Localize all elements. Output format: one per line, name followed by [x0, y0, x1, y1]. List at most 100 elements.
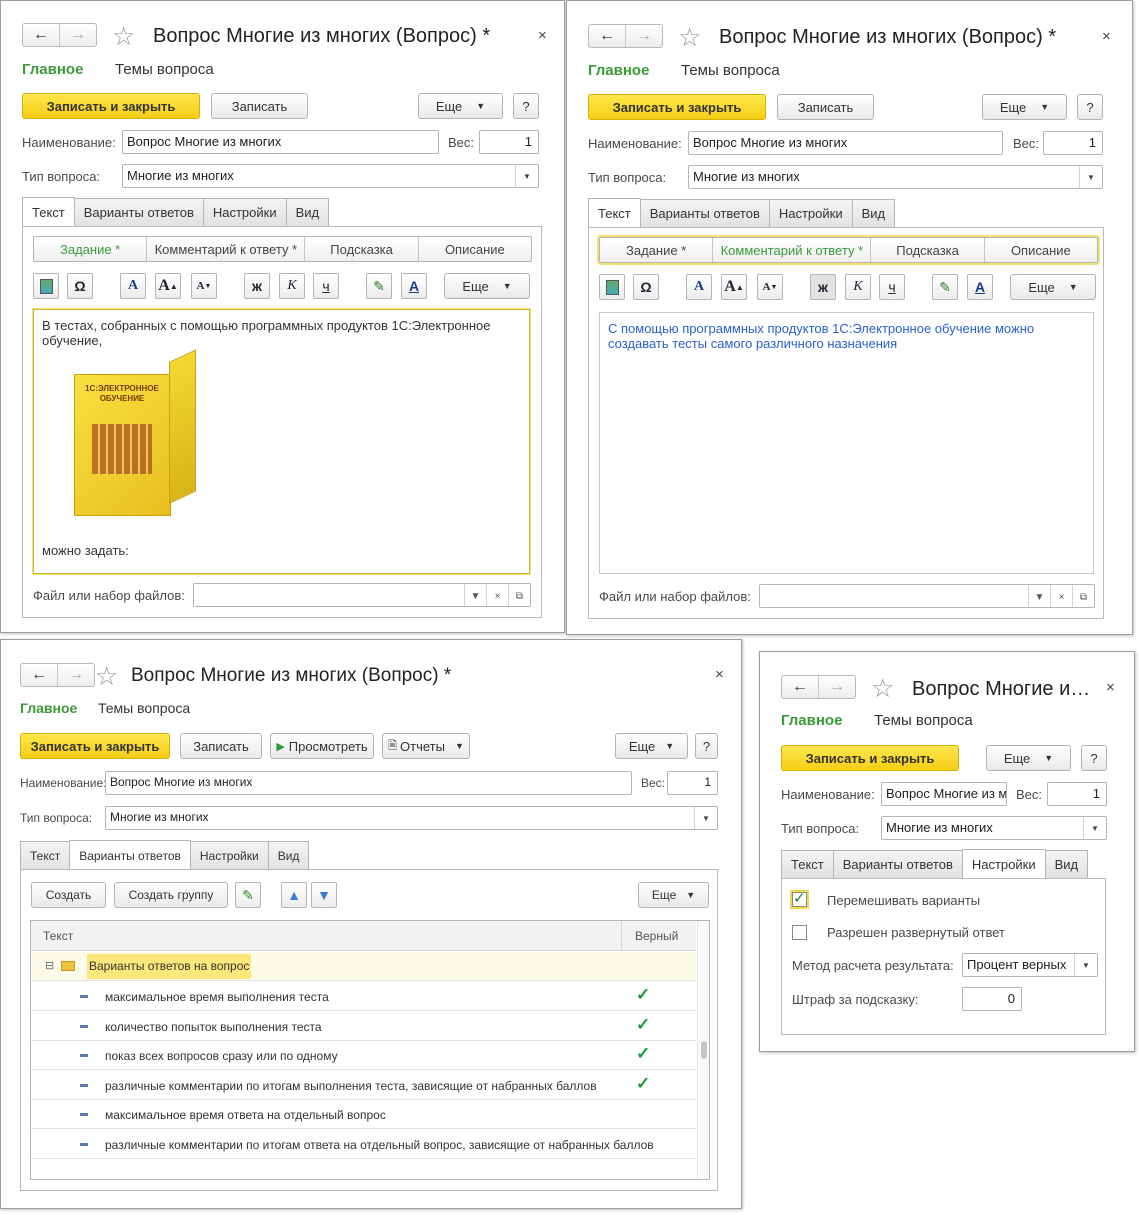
expanded-checkbox[interactable] — [792, 925, 807, 940]
favorite-star-icon[interactable]: ☆ — [871, 675, 894, 701]
chevron-down-icon[interactable]: ▼ — [515, 165, 538, 187]
edit-pencil-icon[interactable]: ✎ — [235, 882, 261, 908]
more-button[interactable]: Еще ▼ — [615, 733, 688, 759]
tab-view[interactable]: Вид — [267, 841, 310, 869]
penalty-field[interactable]: 0 — [962, 987, 1022, 1011]
editor-more-button[interactable]: Еще ▼ — [1010, 274, 1096, 300]
weight-field[interactable]: 1 — [1043, 131, 1103, 155]
scrollbar[interactable] — [697, 921, 709, 1179]
chevron-down-icon[interactable]: ▼ — [464, 584, 486, 606]
font-color-a-icon[interactable]: A — [686, 274, 712, 300]
clear-icon[interactable]: × — [486, 584, 508, 606]
seg-task[interactable]: Задание * — [34, 237, 146, 261]
more-button[interactable]: Еще ▼ — [986, 745, 1071, 771]
nav-main[interactable]: Главное — [781, 712, 842, 729]
tab-variants[interactable]: Варианты ответов — [832, 850, 963, 878]
font-shrink-icon[interactable]: A ▼ — [757, 274, 783, 300]
name-field[interactable]: Вопрос Многие из многих — [688, 131, 1003, 155]
nav-main[interactable]: Главное — [22, 61, 83, 78]
image-insert-icon[interactable] — [33, 273, 59, 299]
seg-task[interactable]: Задание * — [600, 238, 712, 262]
font-shrink-icon[interactable]: A ▼ — [191, 273, 217, 299]
font-color-a-icon[interactable]: A — [120, 273, 146, 299]
forward-icon[interactable]: → — [625, 25, 662, 47]
save-close-button[interactable]: Записать и закрыть — [781, 745, 959, 771]
close-icon[interactable]: × — [1102, 28, 1111, 45]
weight-field[interactable]: 1 — [1047, 782, 1107, 806]
text-color-icon[interactable]: A — [401, 273, 427, 299]
seg-description[interactable]: Описание — [417, 237, 531, 261]
name-field[interactable]: Вопрос Многие из многих — [881, 782, 1007, 806]
nav-topics[interactable]: Темы вопроса — [681, 62, 780, 79]
background-color-icon[interactable]: ✎ — [932, 274, 958, 300]
table-row[interactable]: показ всех вопросов сразу или по одному ✓ — [31, 1041, 696, 1071]
save-close-button[interactable]: Записать и закрыть — [22, 93, 200, 119]
tab-view[interactable]: Вид — [851, 199, 896, 227]
tab-variants[interactable]: Варианты ответов — [73, 198, 204, 226]
close-icon[interactable]: × — [1106, 679, 1115, 696]
help-button[interactable]: ? — [513, 93, 539, 119]
underline-icon[interactable]: ч — [879, 274, 905, 300]
favorite-star-icon[interactable]: ☆ — [112, 23, 135, 49]
chevron-down-icon[interactable]: ▼ — [1028, 585, 1050, 607]
underline-icon[interactable]: ч — [313, 273, 339, 299]
nav-topics[interactable]: Темы вопроса — [98, 700, 190, 716]
save-close-button[interactable]: Записать и закрыть — [20, 733, 170, 759]
files-field[interactable]: ▼ × ⧉ — [193, 583, 531, 607]
text-color-icon[interactable]: A — [967, 274, 993, 300]
type-select[interactable]: Многие из многих ▼ — [881, 816, 1107, 840]
move-down-icon[interactable]: ▼ — [311, 882, 337, 908]
create-group-button[interactable]: Создать группу — [114, 882, 228, 908]
tab-variants[interactable]: Варианты ответов — [639, 199, 770, 227]
comment-editor[interactable]: С помощью программных продуктов 1С:Элект… — [599, 312, 1094, 574]
favorite-star-icon[interactable]: ☆ — [678, 24, 701, 50]
name-field[interactable]: Вопрос Многие из многих — [105, 771, 632, 795]
type-select[interactable]: Многие из многих ▼ — [122, 164, 539, 188]
save-button[interactable]: Записать — [180, 733, 262, 759]
chevron-down-icon[interactable]: ▼ — [1074, 954, 1097, 976]
header-correct[interactable]: Верный — [635, 929, 678, 943]
back-icon[interactable]: ← — [23, 24, 59, 46]
special-char-icon[interactable]: Ω — [633, 274, 659, 300]
save-close-button[interactable]: Записать и закрыть — [588, 94, 766, 120]
tab-view[interactable]: Вид — [1044, 850, 1089, 878]
back-icon[interactable]: ← — [21, 664, 57, 686]
reports-button[interactable]: 🗎 Отчеты ▼ — [382, 733, 470, 759]
save-button[interactable]: Записать — [211, 93, 308, 119]
tab-text[interactable]: Текст — [20, 841, 71, 869]
help-button[interactable]: ? — [695, 733, 718, 759]
preview-button[interactable]: ▶ Просмотреть — [270, 733, 374, 759]
tab-settings[interactable]: Настройки — [189, 841, 269, 869]
tab-view[interactable]: Вид — [285, 198, 330, 226]
method-select[interactable]: Процент верных ▼ — [962, 953, 1098, 977]
chevron-down-icon[interactable]: ▼ — [694, 807, 717, 829]
seg-description[interactable]: Описание — [983, 238, 1097, 262]
bold-icon[interactable]: ж — [810, 274, 836, 300]
type-select[interactable]: Многие из многих ▼ — [688, 165, 1103, 189]
nav-main[interactable]: Главное — [20, 700, 77, 716]
save-button[interactable]: Записать — [777, 94, 874, 120]
open-icon[interactable]: ⧉ — [508, 584, 530, 606]
clear-icon[interactable]: × — [1050, 585, 1072, 607]
more-button[interactable]: Еще ▼ — [982, 94, 1067, 120]
scroll-thumb[interactable] — [701, 1041, 707, 1059]
back-icon[interactable]: ← — [589, 25, 625, 47]
back-icon[interactable]: ← — [782, 676, 818, 698]
help-button[interactable]: ? — [1077, 94, 1103, 120]
table-row[interactable]: различные комментарии по итогам ответа н… — [31, 1130, 696, 1159]
seg-comment[interactable]: Комментарий к ответу * — [712, 238, 870, 262]
table-row[interactable]: количество попыток выполнения теста ✓ — [31, 1012, 696, 1041]
weight-field[interactable]: 1 — [479, 130, 539, 154]
font-grow-icon[interactable]: A ▲ — [155, 273, 181, 299]
background-color-icon[interactable]: ✎ — [366, 273, 392, 299]
collapse-icon[interactable]: ⊟ — [45, 959, 54, 972]
bold-icon[interactable]: ж — [244, 273, 270, 299]
tab-settings[interactable]: Настройки — [961, 849, 1046, 879]
seg-hint[interactable]: Подсказка — [870, 238, 983, 262]
table-row[interactable]: максимальное время выполнения теста ✓ — [31, 982, 696, 1011]
close-icon[interactable]: × — [715, 666, 724, 683]
favorite-star-icon[interactable]: ☆ — [95, 663, 118, 689]
open-icon[interactable]: ⧉ — [1072, 585, 1094, 607]
nav-main[interactable]: Главное — [588, 62, 649, 79]
table-group-row[interactable]: ⊟ Варианты ответов на вопрос — [31, 952, 696, 981]
